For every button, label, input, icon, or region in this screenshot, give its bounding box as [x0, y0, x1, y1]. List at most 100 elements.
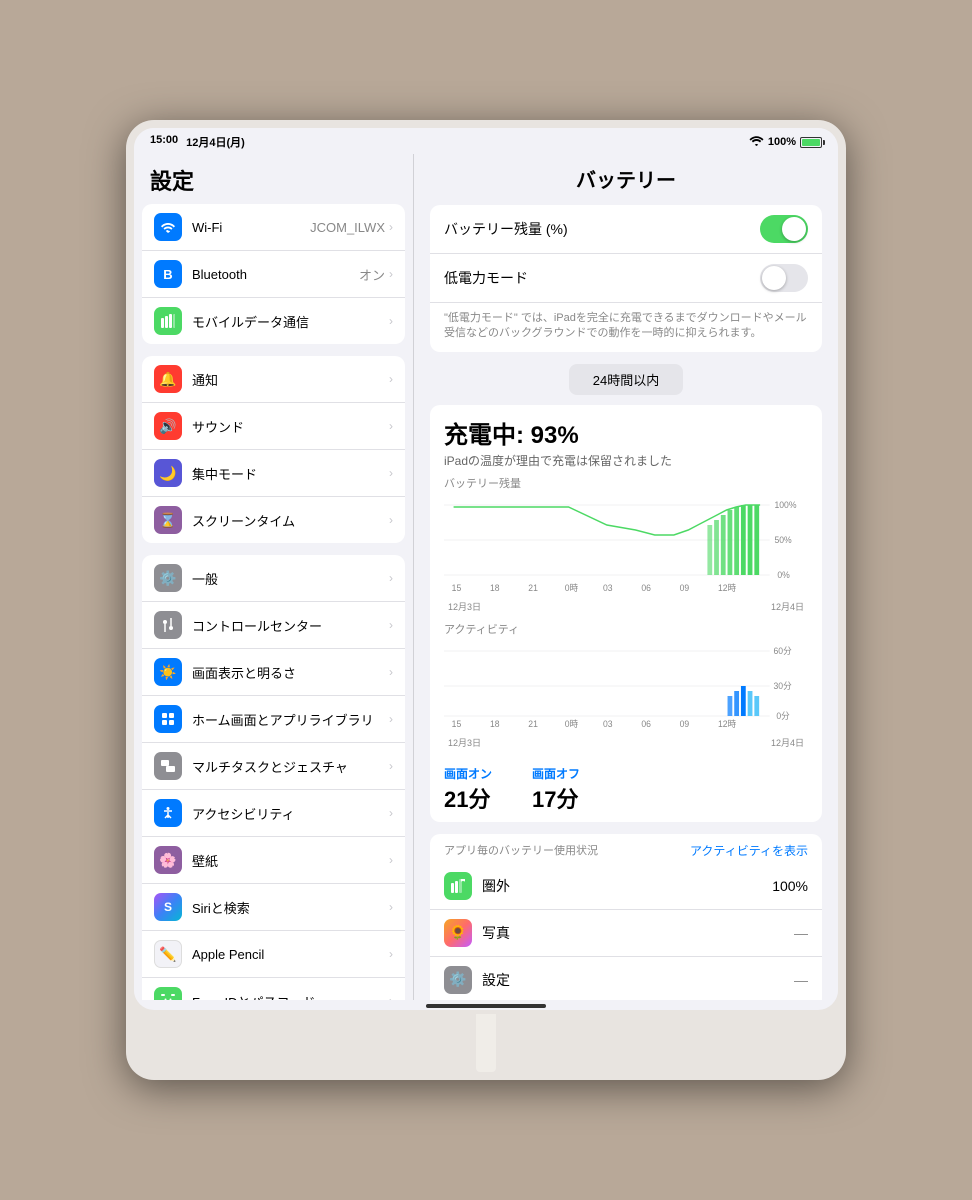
- sidebar-item-general[interactable]: ⚙️ 一般 ›: [142, 555, 405, 602]
- charging-pct: 充電中: 93%: [444, 415, 808, 450]
- svg-text:21: 21: [528, 583, 538, 593]
- siri-label: Siriと検索: [192, 898, 389, 917]
- activity-date-right: 12月4日: [771, 736, 804, 749]
- panel-title: バッテリー: [430, 154, 822, 205]
- wallpaper-label: 壁紙: [192, 851, 389, 870]
- pencil-icon: ✏️: [154, 940, 182, 968]
- screentime-label: スクリーンタイム: [192, 511, 389, 530]
- main-content: 設定 Wi-Fi JCOM_ILWX › B: [134, 154, 838, 1000]
- faceid-icon: [154, 987, 182, 1000]
- sidebar-item-faceid[interactable]: Face IDとパスコード ›: [142, 978, 405, 1000]
- app-name-2: 設定: [482, 970, 794, 990]
- svg-text:06: 06: [641, 583, 651, 593]
- app-usage-section: アプリ毎のバッテリー使用状況 アクティビティを表示 圏外 100% 🌻: [430, 834, 822, 1001]
- cellular-chevron: ›: [389, 314, 393, 328]
- screen-on-value: 21分: [444, 782, 492, 814]
- svg-text:15: 15: [452, 583, 462, 593]
- charging-section: 充電中: 93% iPadの温度が理由で充電は保留されました バッテリー残量: [430, 405, 822, 822]
- activity-link[interactable]: アクティビティを表示: [690, 842, 808, 859]
- sidebar-item-homescreen[interactable]: ホーム画面とアプリライブラリ ›: [142, 696, 405, 743]
- battery-pct-row: バッテリー残量 (%): [430, 205, 822, 254]
- svg-text:100%: 100%: [774, 500, 796, 510]
- battery-icon: [800, 137, 822, 148]
- faceid-label: Face IDとパスコード: [192, 992, 389, 1001]
- sound-icon: 🔊: [154, 412, 182, 440]
- app-pct-2: —: [794, 972, 808, 988]
- time-range-button[interactable]: 24時間以内: [569, 364, 683, 395]
- svg-text:03: 03: [603, 719, 613, 729]
- tablet-screen: 15:00 12月4日(月) 100% 設定: [134, 128, 838, 1010]
- wifi-value: JCOM_ILWX: [310, 220, 385, 235]
- sidebar-item-multitask[interactable]: マルチタスクとジェスチャ ›: [142, 743, 405, 790]
- svg-text:06: 06: [641, 719, 651, 729]
- app-icon-1: 🌻: [444, 919, 472, 947]
- sidebar-item-wifi[interactable]: Wi-Fi JCOM_ILWX ›: [142, 204, 405, 251]
- battery-pct-toggle[interactable]: [760, 215, 808, 243]
- sidebar-item-notification[interactable]: 🔔 通知 ›: [142, 356, 405, 403]
- sidebar-item-screentime[interactable]: ⌛ スクリーンタイム ›: [142, 497, 405, 543]
- app-usage-title: アプリ毎のバッテリー使用状況: [444, 842, 598, 858]
- home-indicator: [426, 1004, 546, 1008]
- app-name-0: 圏外: [482, 876, 772, 896]
- date-label-right: 12月4日: [771, 600, 804, 613]
- app-row-1[interactable]: 🌻 写真 —: [430, 910, 822, 957]
- date-label-left: 12月3日: [448, 600, 481, 613]
- svg-text:0時: 0時: [565, 719, 579, 729]
- sidebar-item-siri[interactable]: S Siriと検索 ›: [142, 884, 405, 931]
- battery-pct-text: 100%: [768, 136, 796, 148]
- sidebar-item-bluetooth[interactable]: B Bluetooth オン ›: [142, 251, 405, 298]
- tablet-device: 15:00 12月4日(月) 100% 設定: [126, 120, 846, 1080]
- siri-icon: S: [154, 893, 182, 921]
- control-icon: [154, 611, 182, 639]
- low-power-toggle[interactable]: [760, 264, 808, 292]
- screen-on-item: 画面オン 21分: [444, 765, 492, 814]
- app-pct-1: —: [794, 925, 808, 941]
- screen-times: 画面オン 21分 画面オフ 17分: [430, 757, 822, 822]
- battery-toggles-section: バッテリー残量 (%) 低電力モード "低電力モード" では、iPadを完全に充…: [430, 205, 822, 352]
- app-name-1: 写真: [482, 923, 794, 943]
- sidebar-item-accessibility[interactable]: アクセシビリティ ›: [142, 790, 405, 837]
- app-icon-2: ⚙️: [444, 966, 472, 994]
- activity-chart-svg: 60分 30分 0分 15 18: [444, 641, 808, 731]
- sidebar-item-cellular[interactable]: モバイルデータ通信 ›: [142, 298, 405, 344]
- display-label: 画面表示と明るさ: [192, 663, 389, 682]
- bluetooth-chevron: ›: [389, 267, 393, 281]
- low-power-note: "低電力モード" では、iPadを完全に充電できるまでダウンロードやメール受信な…: [430, 303, 822, 352]
- sidebar-item-sound[interactable]: 🔊 サウンド ›: [142, 403, 405, 450]
- app-icon-0: [444, 872, 472, 900]
- svg-text:09: 09: [680, 719, 690, 729]
- activity-chart: アクティビティ 60分 30分 0分: [430, 621, 822, 757]
- sidebar-item-display[interactable]: ☀️ 画面表示と明るさ ›: [142, 649, 405, 696]
- sidebar-item-wallpaper[interactable]: 🌸 壁紙 ›: [142, 837, 405, 884]
- time-range-selector: 24時間以内: [430, 364, 822, 395]
- bluetooth-icon: B: [154, 260, 182, 288]
- wifi-icon: [749, 135, 764, 149]
- sidebar-item-focus[interactable]: 🌙 集中モード ›: [142, 450, 405, 497]
- wallpaper-icon: 🌸: [154, 846, 182, 874]
- focus-label: 集中モード: [192, 464, 389, 483]
- display-icon: ☀️: [154, 658, 182, 686]
- battery-panel: バッテリー バッテリー残量 (%) 低電力モード: [414, 154, 838, 1000]
- battery-pct-label: バッテリー残量 (%): [444, 219, 760, 239]
- app-row-2[interactable]: ⚙️ 設定 —: [430, 957, 822, 1001]
- sound-label: サウンド: [192, 417, 389, 436]
- svg-text:09: 09: [680, 583, 690, 593]
- homescreen-label: ホーム画面とアプリライブラリ: [192, 710, 389, 729]
- sidebar-item-control[interactable]: コントロールセンター ›: [142, 602, 405, 649]
- svg-text:18: 18: [490, 719, 500, 729]
- low-power-row: 低電力モード: [430, 254, 822, 303]
- focus-icon: 🌙: [154, 459, 182, 487]
- low-power-label: 低電力モード: [444, 268, 760, 288]
- app-row-0[interactable]: 圏外 100%: [430, 863, 822, 910]
- sidebar: 設定 Wi-Fi JCOM_ILWX › B: [134, 154, 414, 1000]
- bluetooth-value: オン: [359, 265, 385, 284]
- cellular-label: モバイルデータ通信: [192, 312, 389, 331]
- sidebar-title: 設定: [134, 154, 413, 204]
- accessibility-label: アクセシビリティ: [192, 804, 389, 823]
- app-pct-0: 100%: [772, 878, 808, 894]
- sidebar-item-pencil[interactable]: ✏️ Apple Pencil ›: [142, 931, 405, 978]
- svg-text:12時: 12時: [718, 583, 736, 593]
- wifi-chevron: ›: [389, 220, 393, 234]
- svg-text:0分: 0分: [776, 711, 790, 721]
- screen-off-title: 画面オフ: [532, 765, 580, 782]
